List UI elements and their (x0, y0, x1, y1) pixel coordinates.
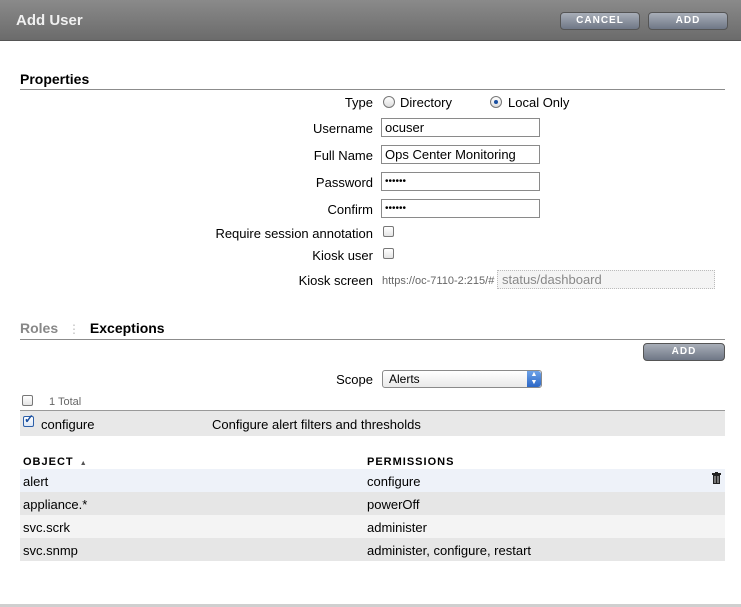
select-all-checkbox[interactable] (22, 395, 33, 406)
kiosk-screen-prefix: https://oc-7110-2:215/# (382, 275, 495, 287)
row-permissions: administer (367, 520, 427, 535)
table-row[interactable]: svc.snmp administer, configure, restart (20, 538, 725, 561)
dialog-title: Add User (16, 12, 83, 29)
checkmark-icon: ✓ (24, 412, 35, 426)
exception-row[interactable]: ✓ configure Configure alert filters and … (20, 411, 725, 436)
scope-select[interactable]: Alerts ▲ ▼ (382, 370, 542, 388)
object-permissions-table: OBJECT ▲ PERMISSIONS alert configure app… (20, 452, 725, 561)
object-column-header[interactable]: OBJECT ▲ (23, 456, 88, 468)
tab-exceptions[interactable]: Exceptions (90, 320, 165, 336)
type-label: Type (344, 95, 373, 110)
scope-select-value: Alerts (389, 372, 420, 386)
trash-icon[interactable] (712, 472, 721, 484)
password-input[interactable]: •••••• (381, 172, 540, 191)
type-directory-radio[interactable] (383, 96, 395, 108)
add-button[interactable]: ADD (648, 12, 728, 30)
username-label: Username (313, 121, 373, 136)
fullname-label: Full Name (313, 148, 373, 163)
tab-separator: ⋮ (68, 322, 81, 336)
scope-label: Scope (336, 372, 373, 387)
require-annotation-label: Require session annotation (215, 226, 373, 241)
fullname-input[interactable]: Ops Center Monitoring (381, 145, 540, 164)
type-local-only-label: Local Only (508, 95, 570, 110)
total-count: 1 Total (49, 396, 82, 408)
kiosk-screen-label: Kiosk screen (298, 273, 373, 288)
trash-icon-graphic (712, 472, 721, 484)
properties-divider (20, 89, 725, 90)
exception-description: Configure alert filters and thresholds (212, 417, 421, 432)
type-local-only-radio[interactable] (490, 96, 502, 108)
require-annotation-checkbox[interactable] (383, 226, 394, 237)
add-exception-button[interactable]: ADD (643, 343, 725, 361)
table-row[interactable]: svc.scrk administer (20, 515, 725, 538)
row-permissions: powerOff (367, 497, 420, 512)
radio-selected-dot (494, 100, 498, 104)
kiosk-user-label: Kiosk user (312, 248, 373, 263)
table-row[interactable]: appliance.* powerOff (20, 492, 725, 515)
sort-ascending-icon: ▲ (79, 460, 88, 467)
object-header-label: OBJECT (23, 456, 74, 468)
table-row[interactable]: alert configure (20, 469, 725, 492)
row-permissions: configure (367, 474, 421, 489)
kiosk-user-checkbox[interactable] (383, 248, 394, 259)
row-permissions: administer, configure, restart (367, 543, 532, 558)
row-object: alert (23, 474, 49, 489)
dialog-titlebar: Add User CANCEL ADD (0, 0, 741, 41)
exception-name: configure (41, 417, 95, 432)
tab-roles[interactable]: Roles (20, 320, 58, 336)
chevron-updown-icon: ▲ ▼ (527, 371, 541, 387)
row-object: appliance.* (23, 497, 88, 512)
row-object: svc.scrk (23, 520, 70, 535)
username-input[interactable]: ocuser (381, 118, 540, 137)
password-label: Password (315, 175, 373, 190)
permissions-column-header[interactable]: PERMISSIONS (367, 456, 454, 468)
tabs-divider (20, 339, 725, 340)
confirm-input[interactable]: •••••• (381, 199, 540, 218)
cancel-button[interactable]: CANCEL (560, 12, 640, 30)
tab-bar: Roles ⋮ Exceptions (20, 320, 165, 336)
exception-row-checkbox[interactable]: ✓ (23, 412, 34, 427)
row-object: svc.snmp (23, 543, 78, 558)
type-directory-label: Directory (400, 95, 453, 110)
kiosk-screen-input[interactable]: status/dashboard (497, 270, 715, 289)
add-user-dialog: Add User CANCEL ADD Properties Type Dire… (0, 0, 741, 607)
properties-heading: Properties (20, 71, 90, 87)
confirm-label: Confirm (327, 202, 373, 217)
